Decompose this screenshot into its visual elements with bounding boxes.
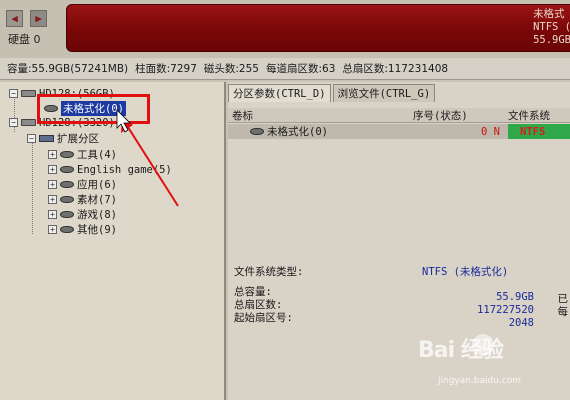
tab-bar: 分区参数(CTRL_D) 浏览文件(CTRL_G) [228, 84, 437, 102]
sectors-value: 117227520 [477, 304, 534, 316]
fs-type-label: 文件系统类型: [234, 266, 304, 278]
table-header: 卷标 序号(状态) 文件系统 [228, 108, 570, 123]
column-header-name[interactable]: 卷标 [228, 108, 413, 123]
row-num-cell: 0 N [481, 125, 500, 138]
watermark-url: jingyan.baidu.com [438, 376, 522, 386]
table-row[interactable]: 未格式化(0) 0 N NTFS [228, 124, 570, 139]
tab-browse-files[interactable]: 浏览文件(CTRL_G) [332, 84, 436, 102]
row-name-label: 未格式化(0) [267, 126, 328, 138]
start-sector-label: 起始扇区号: [234, 312, 293, 324]
side-label-2: 每 [557, 306, 569, 318]
sectors-label: 总扇区数: [234, 299, 283, 311]
watermark-brand: Bai 经验 [418, 338, 504, 363]
row-name-cell: 未格式化(0) [228, 124, 413, 139]
partition-icon [250, 128, 264, 135]
column-header-fs[interactable]: 文件系统 [508, 108, 570, 123]
row-fs-cell: NTFS [508, 124, 570, 139]
capacity-value: 55.9GB [496, 291, 534, 303]
partition-detail-panel: 分区参数(CTRL_D) 浏览文件(CTRL_G) 卷标 序号(状态) 文件系统… [228, 82, 570, 400]
capacity-label: 总容量: [234, 286, 272, 298]
column-header-num[interactable]: 序号(状态) [413, 108, 508, 123]
fs-type-value: NTFS (未格式化) [422, 266, 509, 278]
start-sector-value: 2048 [508, 317, 534, 329]
tab-partition-params[interactable]: 分区参数(CTRL_D) [228, 84, 331, 102]
